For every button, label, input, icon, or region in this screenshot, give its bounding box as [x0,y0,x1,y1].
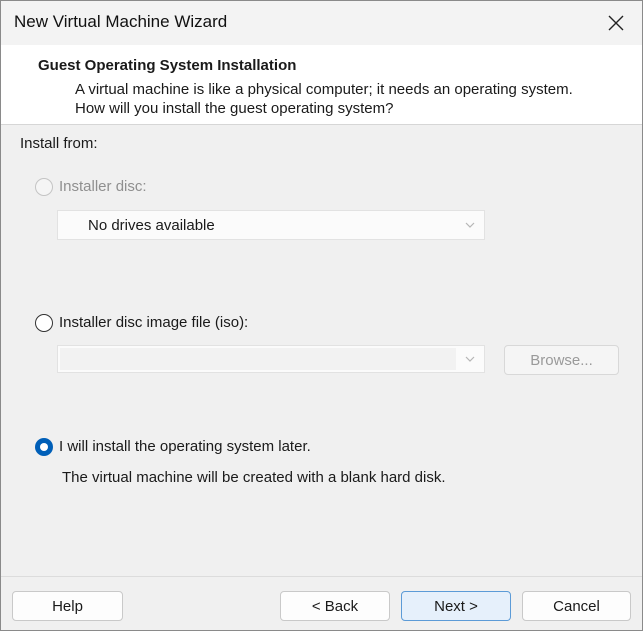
title-bar: New Virtual Machine Wizard [1,1,642,45]
install-later-note: The virtual machine will be created with… [62,469,446,486]
install-later-radio[interactable] [35,438,53,456]
close-icon [608,15,624,31]
page-title: Guest Operating System Installation [38,57,297,74]
chevron-down-icon [465,222,475,228]
install-from-label: Install from: [20,135,98,152]
help-button[interactable]: Help [12,591,123,621]
wizard-window: New Virtual Machine Wizard Guest Operati… [0,0,643,631]
close-button[interactable] [590,1,642,45]
installer-disc-radio[interactable] [35,178,53,196]
iso-path-combobox[interactable] [57,345,485,373]
window-title: New Virtual Machine Wizard [14,12,228,31]
footer-divider [1,576,642,577]
iso-radio[interactable] [35,314,53,332]
page-description: A virtual machine is like a physical com… [75,81,573,117]
cancel-button[interactable]: Cancel [522,591,631,621]
browse-button[interactable]: Browse... [504,345,619,375]
drive-select-value: No drives available [88,217,215,234]
next-button[interactable]: Next > [401,591,511,621]
page-header: Guest Operating System Installation A vi… [1,45,642,125]
install-later-label: I will install the operating system late… [59,438,311,455]
installer-disc-label: Installer disc: [59,178,147,195]
chevron-down-icon [465,356,475,362]
drive-select[interactable]: No drives available [57,210,485,240]
iso-label: Installer disc image file (iso): [59,314,249,331]
iso-path-input[interactable] [60,348,456,370]
back-button[interactable]: < Back [280,591,390,621]
